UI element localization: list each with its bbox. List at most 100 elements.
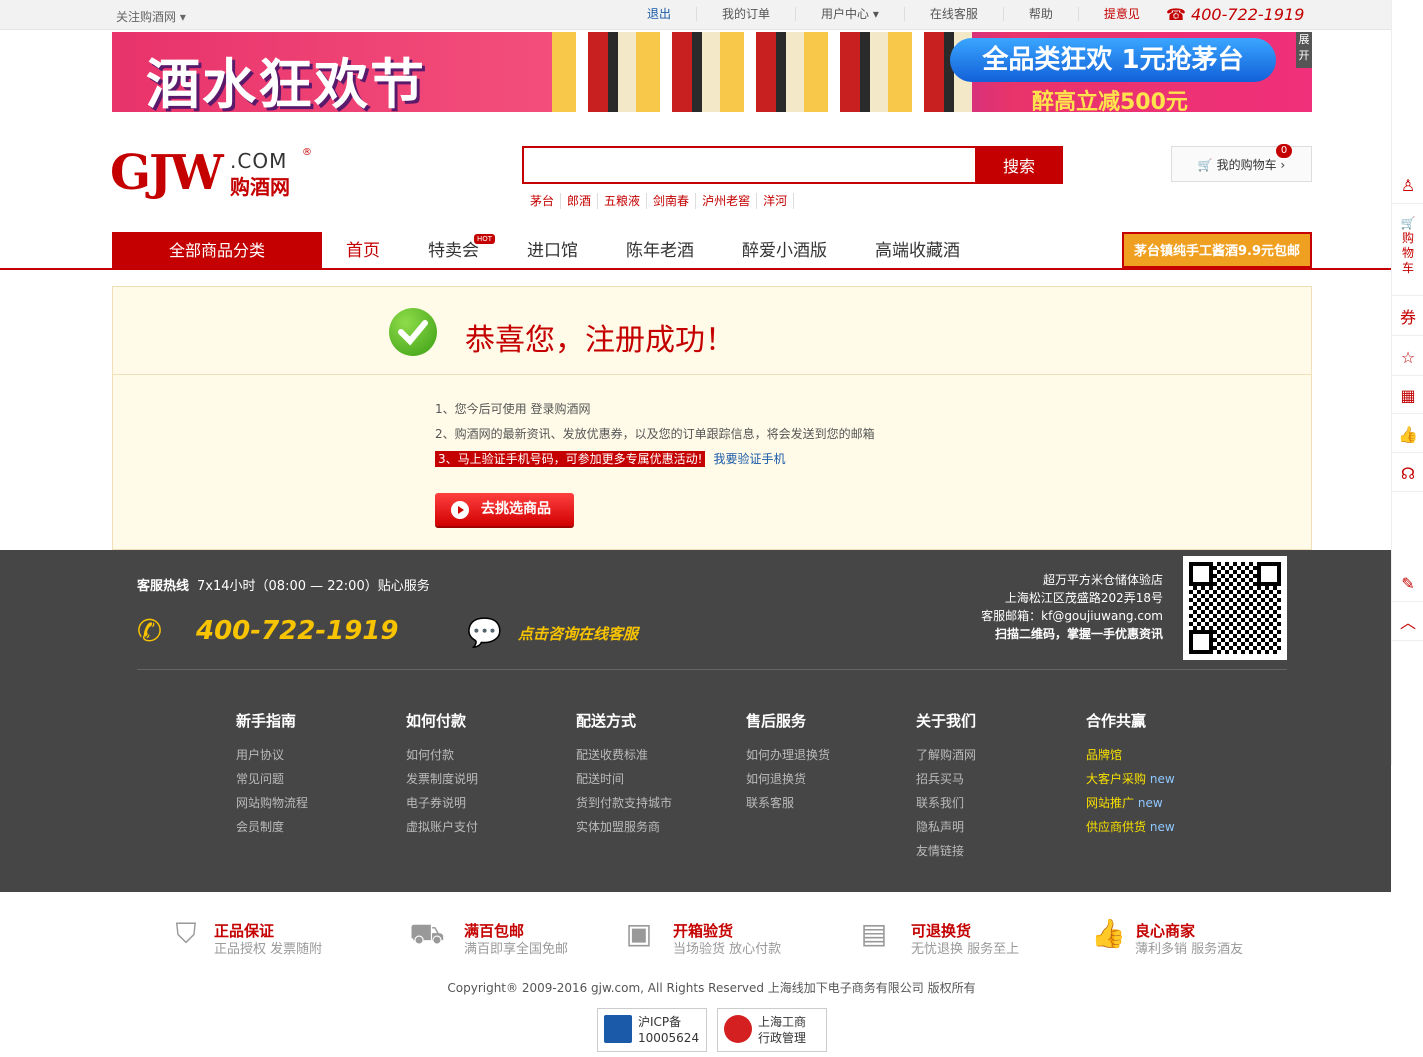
footer-col: 配送方式 配送收费标准 配送时间 货到付款支持城市 实体加盟服务商 (576, 710, 746, 863)
user-icon[interactable]: ♙ (1392, 168, 1423, 204)
online-chat-link[interactable]: 点击咨询在线客服 (518, 623, 638, 644)
hotword-link[interactable]: 五粮液 (598, 193, 648, 209)
footer-link[interactable]: 品牌馆 (1086, 743, 1256, 767)
star-icon[interactable]: ☆ (1392, 340, 1423, 376)
copyright: Copyright® 2009-2016 gjw.com, All Rights… (447, 981, 976, 995)
feedback-link[interactable]: 提意见 (1079, 7, 1165, 21)
qr-icon[interactable]: ▦ (1392, 378, 1423, 414)
search-bar: 搜索 (522, 146, 1063, 184)
banner-expand-button[interactable]: 展开 (1296, 32, 1312, 68)
my-orders-link[interactable]: 我的订单 (697, 7, 797, 21)
footer-link[interactable]: 联系我们 (916, 791, 1086, 815)
card-icon: ▤ (860, 917, 888, 950)
footer-link[interactable]: 隐私声明 (916, 815, 1086, 839)
banner-sub: 醉高立减500元 (1032, 90, 1188, 112)
nav-import[interactable]: 进口馆 (503, 232, 602, 270)
phone-icon: ☎ (1166, 5, 1186, 24)
footer-address: 超万平方米仓储体验店 上海松江区茂盛路202弄18号 客服邮箱：kf@gouji… (981, 573, 1163, 641)
banner-bottles-image (552, 32, 972, 112)
success-info: 1、您今后可使用 登录购酒网 2、购酒网的最新资讯、发放优惠券，以及您的订单跟踪… (435, 397, 875, 472)
hotword-link[interactable]: 茅台 (524, 193, 562, 209)
guarantee-item: ⛟ 满百包邮 满百即享全国免邮 (402, 918, 617, 958)
cart-icon: 🛒 (1400, 216, 1416, 230)
back-to-top-icon[interactable]: ︿ (1392, 605, 1423, 641)
logo-reg: ® (302, 147, 312, 158)
banner-headline: 酒水狂欢节 (146, 53, 426, 112)
footer-link[interactable]: 实体加盟服务商 (576, 815, 746, 839)
cart-label: 我的购物车 (1216, 158, 1277, 172)
footer-link[interactable]: 配送时间 (576, 767, 746, 791)
logo-com: .COM (230, 149, 288, 173)
verify-phone-link[interactable]: 我要验证手机 (713, 452, 785, 466)
business-badge[interactable]: 上海工商 行政管理 (717, 1008, 827, 1052)
headset-icon[interactable]: ☊ (1392, 456, 1423, 492)
cart-icon: 🛒 (1197, 158, 1213, 172)
footer-link[interactable]: 网站推广 new (1086, 791, 1256, 815)
search-button[interactable]: 搜索 (975, 146, 1063, 184)
footer-col: 售后服务 如何办理退换货 如何退换货 联系客服 (746, 710, 916, 863)
cart-button[interactable]: 🛒 我的购物车 › 0 (1171, 144, 1312, 182)
sidebar-coupon[interactable]: 券 (1392, 300, 1423, 336)
footer-link[interactable]: 用户协议 (236, 743, 406, 767)
footer-link[interactable]: 网站购物流程 (236, 791, 406, 815)
footer-link[interactable]: 货到付款支持城市 (576, 791, 746, 815)
icp-badge[interactable]: 沪ICP备 10005624 (597, 1008, 707, 1052)
footer-link[interactable]: 常见问题 (236, 767, 406, 791)
nav-home[interactable]: 首页 (322, 232, 404, 270)
nav-sale[interactable]: 特卖会 HOT (404, 232, 503, 270)
footer-phone: 400-722-1919 (196, 616, 399, 646)
footer-link[interactable]: 虚拟账户支付 (406, 815, 576, 839)
footer-link[interactable]: 发票制度说明 (406, 767, 576, 791)
sidebar-cart[interactable]: 🛒 购物车 (1392, 210, 1423, 296)
footer-link[interactable]: 招兵买马 (916, 767, 1086, 791)
footer-link[interactable]: 友情链接 (916, 839, 1086, 863)
nav-promo-link[interactable]: 茅台镇纯手工酱酒9.9元包邮 (1122, 232, 1312, 268)
footer-col-title: 新手指南 (236, 712, 297, 730)
emblem-icon (724, 1015, 752, 1043)
search-input[interactable] (522, 146, 975, 184)
help-link[interactable]: 帮助 (1004, 7, 1079, 21)
hotword-link[interactable]: 洋河 (757, 193, 795, 209)
footer-col-title: 如何付款 (406, 712, 467, 730)
top-bar: 关注购酒网 ▾ 退出 我的订单 用户中心 ▾ 在线客服 帮助 提意见 ☎ 400… (0, 0, 1391, 30)
site-logo[interactable]: GJW .COM 购酒网 ® (110, 145, 312, 205)
user-center-link[interactable]: 用户中心 ▾ (796, 7, 905, 21)
footer-link[interactable]: 配送收费标准 (576, 743, 746, 767)
chat-icon[interactable]: 💬 (467, 616, 502, 649)
hotword-link[interactable]: 剑南春 (647, 193, 697, 209)
nav-premium[interactable]: 高端收藏酒 (851, 232, 984, 270)
footer-link[interactable]: 了解购酒网 (916, 743, 1086, 767)
footer-link[interactable]: 大客户采购 new (1086, 767, 1256, 791)
footer-col-title: 合作共赢 (1086, 712, 1147, 730)
all-categories-button[interactable]: 全部商品分类 (112, 232, 322, 270)
footer-link[interactable]: 如何付款 (406, 743, 576, 767)
footer-link[interactable]: 电子券说明 (406, 791, 576, 815)
logout-link[interactable]: 退出 (622, 7, 698, 21)
footer-link[interactable]: 供应商供货 new (1086, 815, 1256, 839)
guarantee-item: ⛉ 正品保证 正品授权 发票随附 (170, 918, 402, 958)
nav-mini[interactable]: 醉爱小酒版 (718, 232, 851, 270)
footer-link[interactable]: 会员制度 (236, 815, 406, 839)
icp-icon (604, 1015, 632, 1043)
footer-link[interactable]: 如何办理退换货 (746, 743, 916, 767)
top-links: 退出 我的订单 用户中心 ▾ 在线客服 帮助 提意见 (622, 7, 1165, 21)
footer-col: 关于我们 了解购酒网 招兵买马 联系我们 隐私声明 友情链接 (916, 710, 1086, 863)
info-line-1: 1、您今后可使用 登录购酒网 (435, 402, 591, 416)
hotword-link[interactable]: 泸州老窖 (696, 193, 758, 209)
like-icon[interactable]: 👍 (1392, 417, 1423, 453)
hotword-link[interactable]: 郎酒 (561, 193, 599, 209)
guarantee-item: ▤ 可退换货 无忧退换 服务至上 (849, 918, 1091, 958)
guarantee-row: ⛉ 正品保证 正品授权 发票随附 ⛟ 满百包邮 满百即享全国免邮 ▣ 开箱验货 … (170, 918, 1323, 958)
footer-col-title: 售后服务 (746, 712, 807, 730)
nav-aged[interactable]: 陈年老酒 (602, 232, 718, 270)
footer-link[interactable]: 联系客服 (746, 791, 916, 815)
logo-cn: 购酒网 (230, 175, 290, 199)
edit-icon[interactable]: ✎ (1392, 566, 1423, 602)
promo-banner[interactable]: 酒水狂欢节 全品类狂欢 1元抢茅台 醉高立减500元 展开 (112, 32, 1312, 112)
go-shopping-button[interactable]: 去挑选商品 (435, 493, 574, 526)
online-service-link[interactable]: 在线客服 (905, 7, 1004, 21)
box-icon: ▣ (625, 917, 653, 950)
footer-link[interactable]: 如何退换货 (746, 767, 916, 791)
follow-link[interactable]: 关注购酒网 ▾ (116, 8, 186, 25)
truck-icon: ⛟ (409, 917, 445, 950)
